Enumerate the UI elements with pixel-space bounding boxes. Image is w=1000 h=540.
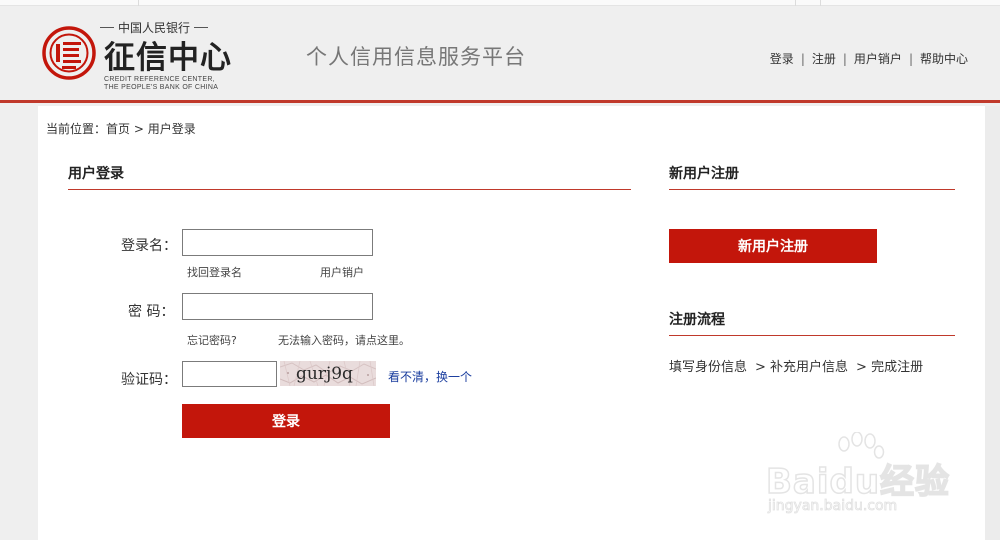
pbc-credit-center-logo-icon (42, 26, 96, 80)
captcha-image[interactable]: gurj9q (280, 361, 376, 386)
process-step: > 完成注册 (856, 360, 924, 375)
register-process-title: 注册流程 (669, 312, 725, 328)
username-label: 登录名： (121, 238, 177, 254)
platform-title: 个人信用信息服务平台 (306, 45, 526, 69)
nav-help-center-link[interactable]: 帮助中心 (920, 50, 968, 67)
logo-english-line2: THE PEOPLE'S BANK OF CHINA (104, 84, 219, 91)
password-input[interactable] (182, 293, 373, 320)
top-nav: 登录 | 注册 | 用户销户 | 帮助中心 (770, 50, 968, 67)
register-process-divider (669, 335, 955, 336)
process-step: 填写身份信息 (669, 360, 748, 375)
login-section-divider (68, 189, 631, 190)
watermark-brand: Baidu经验 (765, 461, 951, 503)
register-process-steps: 填写身份信息 > 补充用户信息 > 完成注册 (669, 356, 923, 375)
site-logo[interactable]: 中国人民银行 征信中心 CREDIT REFERENCE CENTER, THE… (42, 20, 242, 92)
username-input[interactable] (182, 229, 373, 256)
nav-register-link[interactable]: 注册 (812, 50, 836, 67)
register-section-divider (669, 189, 955, 190)
logo-dash (100, 26, 114, 28)
logo-main-name: 征信中心 (104, 40, 232, 76)
refresh-captcha-link[interactable]: 看不清，换一个 (388, 368, 472, 385)
watermark-url: jingyan.baidu.com (768, 498, 898, 515)
nav-separator: | (908, 51, 913, 66)
login-submit-button[interactable]: 登录 (182, 404, 390, 438)
logo-dash (194, 26, 209, 28)
register-section-title: 新用户注册 (669, 166, 739, 182)
cannot-input-password-link[interactable]: 无法输入密码，请点这里。 (278, 332, 410, 348)
site-header: 中国人民银行 征信中心 CREDIT REFERENCE CENTER, THE… (0, 6, 1000, 103)
captcha-input[interactable] (182, 361, 277, 387)
baidu-jingyan-watermark: Baidu经验 jingyan.baidu.com (764, 432, 954, 522)
logo-english-line1: CREDIT REFERENCE CENTER, (104, 76, 215, 83)
captcha-label: 验证码： (121, 372, 177, 388)
process-step: > 补充用户信息 (755, 360, 849, 375)
nav-login-link[interactable]: 登录 (770, 50, 794, 67)
password-label: 密 码： (128, 304, 175, 320)
page-right-margin (985, 106, 1000, 540)
breadcrumb-prefix: 当前位置： (46, 122, 107, 136)
breadcrumb: 当前位置：首页 > 用户登录 (46, 120, 196, 137)
breadcrumb-current: > 用户登录 (130, 122, 196, 136)
nav-separator: | (842, 51, 847, 66)
nav-separator: | (800, 51, 805, 66)
new-user-register-button[interactable]: 新用户注册 (669, 229, 877, 263)
forgot-password-link[interactable]: 忘记密码? (187, 332, 237, 348)
login-section-title: 用户登录 (68, 166, 124, 182)
nav-cancel-account-link[interactable]: 用户销户 (854, 50, 902, 67)
recover-username-link[interactable]: 找回登录名 (187, 264, 242, 280)
captcha-text: gurj9q (296, 364, 353, 384)
cancel-account-link[interactable]: 用户销户 (320, 264, 364, 280)
breadcrumb-home-link[interactable]: 首页 (106, 122, 130, 136)
